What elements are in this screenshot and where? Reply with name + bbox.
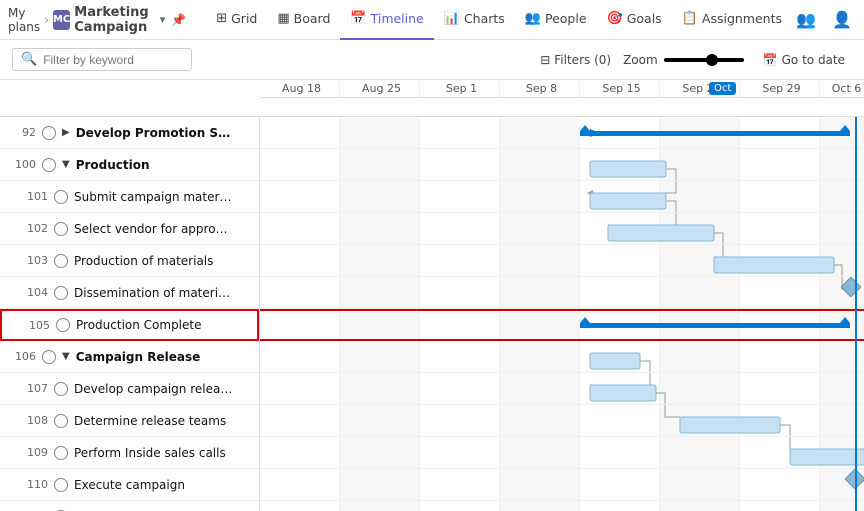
task-circle[interactable] xyxy=(42,126,56,140)
people-icon: 👥 xyxy=(525,11,541,26)
breadcrumb-sep: › xyxy=(44,13,49,27)
gantt-row xyxy=(260,277,864,309)
tab-people[interactable]: 👥 People xyxy=(515,0,597,40)
gantt-row xyxy=(260,245,864,277)
dates-header: Oct Aug 18 Aug 25 Sep 1 Sep 8 Sep 15 Sep… xyxy=(260,80,864,116)
task-circle[interactable] xyxy=(54,254,68,268)
goals-icon: 🎯 xyxy=(607,11,623,26)
tab-charts[interactable]: 📊 Charts xyxy=(434,0,515,40)
task-circle[interactable] xyxy=(56,318,70,332)
gantt-row xyxy=(260,149,864,181)
task-row: 92 ▶ Develop Promotion Strategy xyxy=(0,117,259,149)
task-circle[interactable] xyxy=(54,414,68,428)
task-row: 108 Determine release teams xyxy=(0,405,259,437)
search-box[interactable]: 🔍 xyxy=(12,48,192,71)
gantt-body: 92 ▶ Develop Promotion Strategy 100 ▼ Pr… xyxy=(0,117,864,511)
task-circle[interactable] xyxy=(54,222,68,236)
task-column-header xyxy=(0,80,260,116)
task-row: 100 ▼ Production xyxy=(0,149,259,181)
task-circle[interactable] xyxy=(54,190,68,204)
tab-timeline[interactable]: 📅 Timeline xyxy=(340,0,433,40)
project-name: Marketing Campaign xyxy=(74,5,155,35)
task-row-highlighted: 105 Production Complete xyxy=(0,309,259,341)
breadcrumb: My plans › MC Marketing Campaign ▾ 📌 xyxy=(8,5,186,35)
gantt-row xyxy=(260,501,864,511)
timeline-header: Oct Aug 18 Aug 25 Sep 1 Sep 8 Sep 15 Sep… xyxy=(0,80,864,117)
profile-icon-btn[interactable]: 👤 xyxy=(828,6,856,34)
filter-button[interactable]: ⊟ Filters (0) xyxy=(540,53,611,67)
task-row: 107 Develop campaign release schedules xyxy=(0,373,259,405)
tab-goals[interactable]: 🎯 Goals xyxy=(597,0,672,40)
task-row: 110 Execute campaign xyxy=(0,469,259,501)
tab-grid[interactable]: ⊞ Grid xyxy=(206,0,267,40)
today-month-badge: Oct xyxy=(709,82,736,95)
gantt-chart xyxy=(260,117,864,511)
assignments-icon: 📋 xyxy=(682,11,698,26)
navigation-tabs: ⊞ Grid ▦ Board 📅 Timeline 📊 Charts 👥 Peo… xyxy=(206,0,792,40)
date-oct6: Oct 6 xyxy=(820,82,864,97)
timeline-icon: 📅 xyxy=(350,11,366,26)
nav-right-icons: 👥 👤 xyxy=(792,6,856,34)
gantt-row-highlighted xyxy=(260,309,864,341)
top-navigation: My plans › MC Marketing Campaign ▾ 📌 ⊞ G… xyxy=(0,0,864,40)
task-circle[interactable] xyxy=(54,478,68,492)
date-aug18: Aug 18 xyxy=(260,82,340,97)
gantt-row xyxy=(260,405,864,437)
task-row: 103 Production of materials xyxy=(0,245,259,277)
my-plans-link[interactable]: My plans xyxy=(8,6,40,34)
people-icon-btn[interactable]: 👥 xyxy=(792,6,820,34)
filter-icon: ⊟ xyxy=(540,53,550,67)
gantt-row xyxy=(260,213,864,245)
task-circle[interactable] xyxy=(42,350,56,364)
date-sep29: Sep 29 xyxy=(740,82,820,97)
task-row: 111 Campaign Release Complete xyxy=(0,501,259,511)
task-circle[interactable] xyxy=(54,382,68,396)
date-sep8: Sep 8 xyxy=(500,82,580,97)
tab-assignments[interactable]: 📋 Assignments xyxy=(672,0,792,40)
task-circle[interactable] xyxy=(54,446,68,460)
task-list: 92 ▶ Develop Promotion Strategy 100 ▼ Pr… xyxy=(0,117,260,511)
goto-date-button[interactable]: 📅 Go to date xyxy=(756,50,852,70)
date-months-row: Aug 18 Aug 25 Sep 1 Sep 8 Sep 15 Sep 22 … xyxy=(260,80,864,98)
gantt-row xyxy=(260,117,864,149)
gantt-row xyxy=(260,469,864,501)
toolbar: 🔍 ⊟ Filters (0) Zoom 📅 Go to date xyxy=(0,40,864,80)
search-input[interactable] xyxy=(43,53,183,67)
task-row: 106 ▼ Campaign Release xyxy=(0,341,259,373)
search-icon: 🔍 xyxy=(21,52,37,67)
date-aug25: Aug 25 xyxy=(340,82,420,97)
tab-board[interactable]: ▦ Board xyxy=(267,0,340,40)
task-row: 104 Dissemination of materials xyxy=(0,277,259,309)
task-row: 101 Submit campaign material for broadca… xyxy=(0,181,259,213)
timeline-area: Oct Aug 18 Aug 25 Sep 1 Sep 8 Sep 15 Sep… xyxy=(0,80,864,511)
gantt-row xyxy=(260,373,864,405)
task-row: 102 Select vendor for appropriate produc… xyxy=(0,213,259,245)
toolbar-right: ⊟ Filters (0) Zoom 📅 Go to date xyxy=(540,50,852,70)
chevron-down-icon[interactable]: ▾ xyxy=(160,13,166,26)
charts-icon: 📊 xyxy=(444,11,460,26)
task-circle[interactable] xyxy=(42,158,56,172)
grid-icon: ⊞ xyxy=(216,11,227,26)
task-circle[interactable] xyxy=(54,286,68,300)
today-line xyxy=(855,117,857,511)
gantt-row xyxy=(260,341,864,373)
date-sep15: Sep 15 xyxy=(580,82,660,97)
gantt-row xyxy=(260,437,864,469)
task-row: 109 Perform Inside sales calls xyxy=(0,437,259,469)
project-icon: MC xyxy=(53,10,70,30)
zoom-slider-thumb xyxy=(706,54,718,66)
calendar-icon: 📅 xyxy=(763,53,778,67)
date-sep1: Sep 1 xyxy=(420,82,500,97)
gantt-row xyxy=(260,181,864,213)
board-icon: ▦ xyxy=(277,11,289,26)
zoom-control: Zoom xyxy=(623,53,744,67)
zoom-slider[interactable] xyxy=(664,58,744,62)
pin-icon[interactable]: 📌 xyxy=(171,13,186,27)
